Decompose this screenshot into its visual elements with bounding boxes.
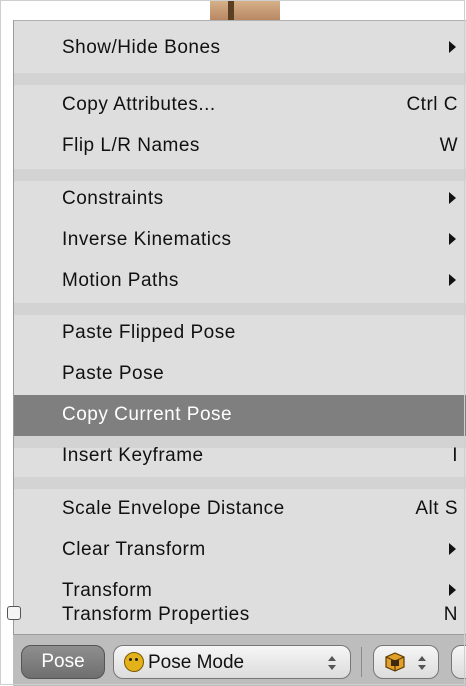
menu-item-paste-pose[interactable]: Paste Pose [14, 354, 466, 395]
menu-item-label: Copy Current Pose [62, 404, 233, 425]
header-next-control[interactable] [451, 645, 466, 679]
pose-mode-icon [124, 652, 144, 672]
menu-item-shortcut: I [452, 445, 458, 466]
menu-item-label: Paste Pose [62, 363, 165, 384]
pivot-cube-icon [385, 652, 405, 672]
menu-item-constraints[interactable]: Constraints [14, 179, 466, 220]
menu-item-transform-properties[interactable]: Transform Properties N [1, 595, 466, 635]
pivot-selector[interactable] [373, 645, 439, 679]
menu-item-shortcut: Alt S [415, 498, 458, 519]
menu-item-flip-lr-names[interactable]: Flip L/R Names W [14, 126, 466, 167]
menu-separator [14, 477, 466, 489]
menu-item-shortcut: Ctrl C [406, 94, 458, 115]
menu-item-shortcut: W [439, 135, 458, 156]
menu-item-label: Constraints [62, 188, 164, 209]
mode-selector[interactable]: Pose Mode [113, 645, 351, 679]
up-down-arrows-icon [328, 656, 336, 670]
menu-item-paste-flipped-pose[interactable]: Paste Flipped Pose [14, 313, 466, 354]
pose-menu-dropdown: Show/Hide Bones Copy Attributes... Ctrl … [7, 20, 466, 634]
menu-item-label: Copy Attributes... [62, 94, 216, 115]
menu-item-label: Transform Properties [62, 604, 250, 625]
menu-separator [14, 73, 466, 85]
menu-item-clear-transform[interactable]: Clear Transform [14, 530, 466, 571]
menu-item-label: Motion Paths [62, 270, 179, 291]
menu-item-label: Clear Transform [62, 539, 206, 560]
submenu-arrow-icon [449, 274, 456, 286]
menu-item-label: Paste Flipped Pose [62, 322, 236, 343]
submenu-arrow-icon [449, 41, 456, 53]
submenu-arrow-icon [449, 543, 456, 555]
submenu-arrow-icon [449, 192, 456, 204]
menu-item-shortcut: N [443, 604, 458, 625]
menu-item-insert-keyframe[interactable]: Insert Keyframe I [14, 436, 466, 477]
viewport-content-fragment [210, 0, 280, 20]
up-down-arrows-icon [418, 656, 426, 670]
menu-item-label: Inverse Kinematics [62, 229, 232, 250]
menu-item-label: Insert Keyframe [62, 445, 204, 466]
menu-item-show-hide-bones[interactable]: Show/Hide Bones [14, 28, 466, 69]
menu-item-motion-paths[interactable]: Motion Paths [14, 261, 466, 302]
viewport-header-bar: Pose Pose Mode [13, 634, 466, 686]
menu-item-inverse-kinematics[interactable]: Inverse Kinematics [14, 220, 466, 261]
menu-item-label: Flip L/R Names [62, 135, 200, 156]
pose-menu-button[interactable]: Pose [21, 645, 105, 679]
submenu-arrow-icon [449, 233, 456, 245]
header-divider [361, 647, 362, 677]
menu-item-label: Show/Hide Bones [62, 37, 221, 58]
menu-item-copy-attributes[interactable]: Copy Attributes... Ctrl C [14, 85, 466, 126]
menu-item-label: Scale Envelope Distance [62, 498, 285, 519]
menu-item-scale-envelope-distance[interactable]: Scale Envelope Distance Alt S [14, 489, 466, 530]
transform-properties-checkbox[interactable] [7, 606, 21, 620]
blender-3d-viewport: Show/Hide Bones Copy Attributes... Ctrl … [0, 0, 466, 686]
menu-item-copy-current-pose[interactable]: Copy Current Pose [14, 395, 466, 436]
mode-selector-label: Pose Mode [148, 652, 245, 673]
